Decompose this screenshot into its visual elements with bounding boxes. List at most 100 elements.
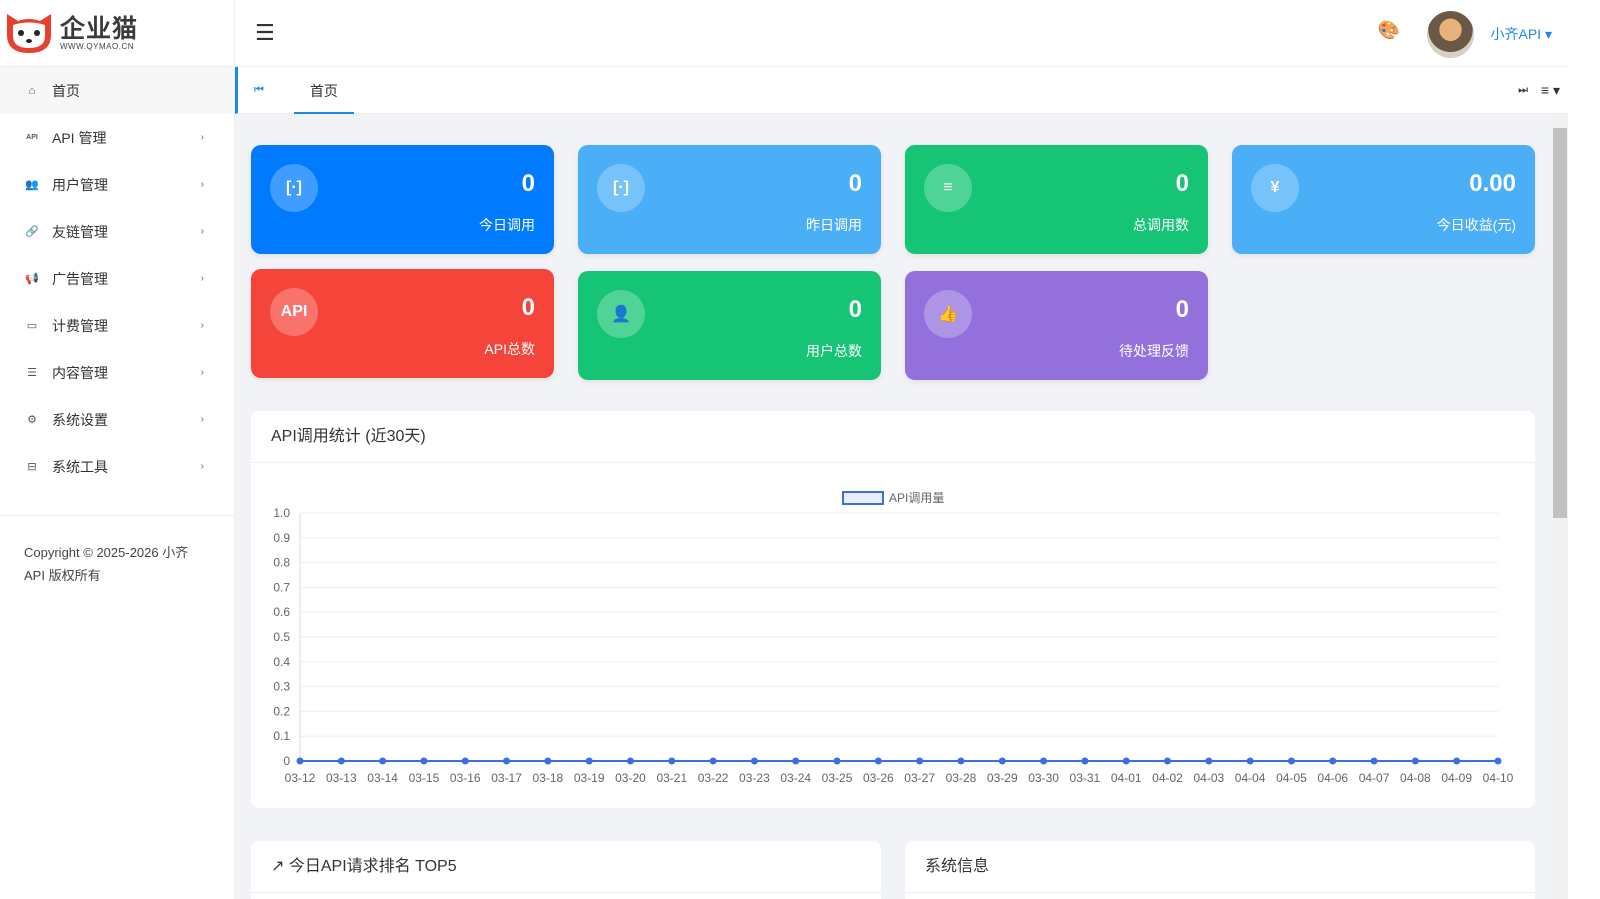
- stat-label: API总数: [484, 341, 535, 357]
- trend-icon: ↗: [271, 858, 285, 875]
- data-point[interactable]: [668, 757, 676, 765]
- chevron-right-icon: ›: [200, 461, 204, 472]
- legend-label[interactable]: API调用量: [889, 491, 944, 505]
- sidebar-item-7[interactable]: ⚙ 系统设置 ›: [0, 396, 234, 443]
- scrollbar-thumb[interactable]: [1553, 128, 1567, 518]
- y-tick-label: 0: [283, 754, 290, 768]
- main-content: [·] 0 今日调用 [·] 0 昨日调用 ≡ 0 总调用数 ¥0.00 今日收益(元) API 0 AP…: [235, 114, 1553, 899]
- x-tick-label: 03-31: [1070, 771, 1101, 785]
- data-point[interactable]: [1494, 757, 1502, 765]
- data-point[interactable]: [1370, 757, 1378, 765]
- sidebar-item-3[interactable]: 🔗 友链管理 ›: [0, 208, 234, 255]
- data-point[interactable]: [544, 757, 552, 765]
- copyright: Copyright © 2025-2026 小齐 API 版权所有: [0, 515, 234, 612]
- sidebar-item-label: 首页: [52, 82, 80, 99]
- data-point[interactable]: [1164, 757, 1172, 765]
- avatar[interactable]: [1427, 11, 1474, 58]
- bracket-icon: [·]: [270, 164, 318, 212]
- data-point[interactable]: [1287, 757, 1295, 765]
- stat-card[interactable]: 👍 0 待处理反馈: [905, 271, 1208, 380]
- tab-home[interactable]: 首页: [293, 67, 354, 114]
- data-point[interactable]: [1453, 757, 1461, 765]
- data-point[interactable]: [833, 757, 841, 765]
- stat-value: 0: [521, 170, 535, 197]
- chart-title: API调用统计 (近30天): [251, 411, 1535, 463]
- stat-card[interactable]: ≡ 0 总调用数: [905, 145, 1208, 254]
- x-tick-label: 03-27: [904, 771, 935, 785]
- x-tick-label: 03-22: [698, 771, 729, 785]
- api-icon: API: [270, 288, 318, 336]
- data-point[interactable]: [1329, 757, 1337, 765]
- user-menu[interactable]: 小齐API ▾: [1491, 24, 1553, 44]
- sidebar-item-label: 计费管理: [52, 317, 108, 334]
- tab-scroll-left-icon[interactable]: ⏮: [254, 84, 264, 97]
- stat-value: 0: [521, 294, 535, 321]
- x-tick-label: 03-24: [780, 771, 811, 785]
- x-tick-label: 04-07: [1359, 771, 1390, 785]
- link-icon: 🔗: [25, 226, 39, 238]
- stat-card[interactable]: ¥0.00 今日收益(元): [1232, 145, 1535, 254]
- sidebar-item-label: 内容管理: [52, 364, 108, 381]
- stat-card[interactable]: API 0 API总数: [251, 269, 554, 378]
- palette-icon[interactable]: 🎨: [1378, 20, 1400, 41]
- data-point[interactable]: [1040, 757, 1048, 765]
- data-point[interactable]: [379, 757, 387, 765]
- sidebar-item-1[interactable]: API API 管理 ›: [0, 114, 234, 161]
- x-tick-label: 03-21: [656, 771, 687, 785]
- data-point[interactable]: [874, 757, 882, 765]
- stat-value: 0: [1175, 170, 1189, 197]
- data-point[interactable]: [1122, 757, 1130, 765]
- data-point[interactable]: [998, 757, 1006, 765]
- stat-card[interactable]: [·] 0 昨日调用: [578, 145, 881, 254]
- data-point[interactable]: [916, 757, 924, 765]
- sidebar-item-6[interactable]: ☰ 内容管理 ›: [0, 349, 234, 396]
- stat-value: 0: [848, 170, 862, 197]
- sidebar-item-label: API 管理: [52, 129, 107, 146]
- sidebar-item-label: 友链管理: [52, 223, 108, 240]
- menu-toggle-icon[interactable]: ☰: [255, 20, 275, 46]
- data-point[interactable]: [420, 757, 428, 765]
- x-tick-label: 04-01: [1111, 771, 1142, 785]
- sidebar-item-8[interactable]: ⊟ 系统工具 ›: [0, 443, 234, 490]
- y-tick-label: 0.7: [273, 580, 290, 594]
- data-point[interactable]: [957, 757, 965, 765]
- document-icon: ☰: [27, 367, 37, 379]
- data-point[interactable]: [503, 757, 511, 765]
- rank-title: 今日API请求排名 TOP5: [288, 858, 457, 875]
- scrollbar[interactable]: [1553, 114, 1568, 899]
- x-tick-label: 04-08: [1400, 771, 1431, 785]
- api-icon: API: [26, 134, 38, 141]
- data-point[interactable]: [1411, 757, 1419, 765]
- data-point[interactable]: [709, 757, 717, 765]
- data-point[interactable]: [1205, 757, 1213, 765]
- sidebar-item-4[interactable]: 📢 广告管理 ›: [0, 255, 234, 302]
- data-point[interactable]: [1246, 757, 1254, 765]
- stat-label: 昨日调用: [806, 217, 862, 233]
- y-tick-label: 0.5: [273, 630, 290, 644]
- tab-scroll-right-icon[interactable]: ⏭: [1518, 84, 1528, 97]
- x-tick-label: 04-06: [1317, 771, 1348, 785]
- x-tick-label: 03-19: [574, 771, 605, 785]
- stat-label: 总调用数: [1133, 217, 1189, 233]
- sidebar-item-5[interactable]: ▭ 计费管理 ›: [0, 302, 234, 349]
- logo[interactable]: 企业猫 WWW.QYMAO.CN: [0, 0, 234, 67]
- chevron-right-icon: ›: [200, 179, 204, 190]
- data-point[interactable]: [750, 757, 758, 765]
- tab-bar: ⏮ 首页 ⏭ ≡ ▾: [235, 67, 1568, 114]
- data-point[interactable]: [1081, 757, 1089, 765]
- data-point[interactable]: [461, 757, 469, 765]
- x-tick-label: 03-26: [863, 771, 894, 785]
- data-point[interactable]: [585, 757, 593, 765]
- sidebar-item-0[interactable]: ⌂ 首页: [0, 67, 234, 114]
- data-point[interactable]: [792, 757, 800, 765]
- bracket-icon: [·]: [597, 164, 645, 212]
- system-info-panel: 系统信息: [905, 841, 1535, 899]
- data-point[interactable]: [626, 757, 634, 765]
- stat-card[interactable]: 👤 0 用户总数: [578, 271, 881, 380]
- data-point[interactable]: [337, 757, 345, 765]
- data-point[interactable]: [296, 757, 304, 765]
- sidebar-item-2[interactable]: 👥 用户管理 ›: [0, 161, 234, 208]
- legend-swatch[interactable]: [842, 491, 884, 505]
- stat-card[interactable]: [·] 0 今日调用: [251, 145, 554, 254]
- tab-options-icon[interactable]: ≡ ▾: [1541, 82, 1560, 99]
